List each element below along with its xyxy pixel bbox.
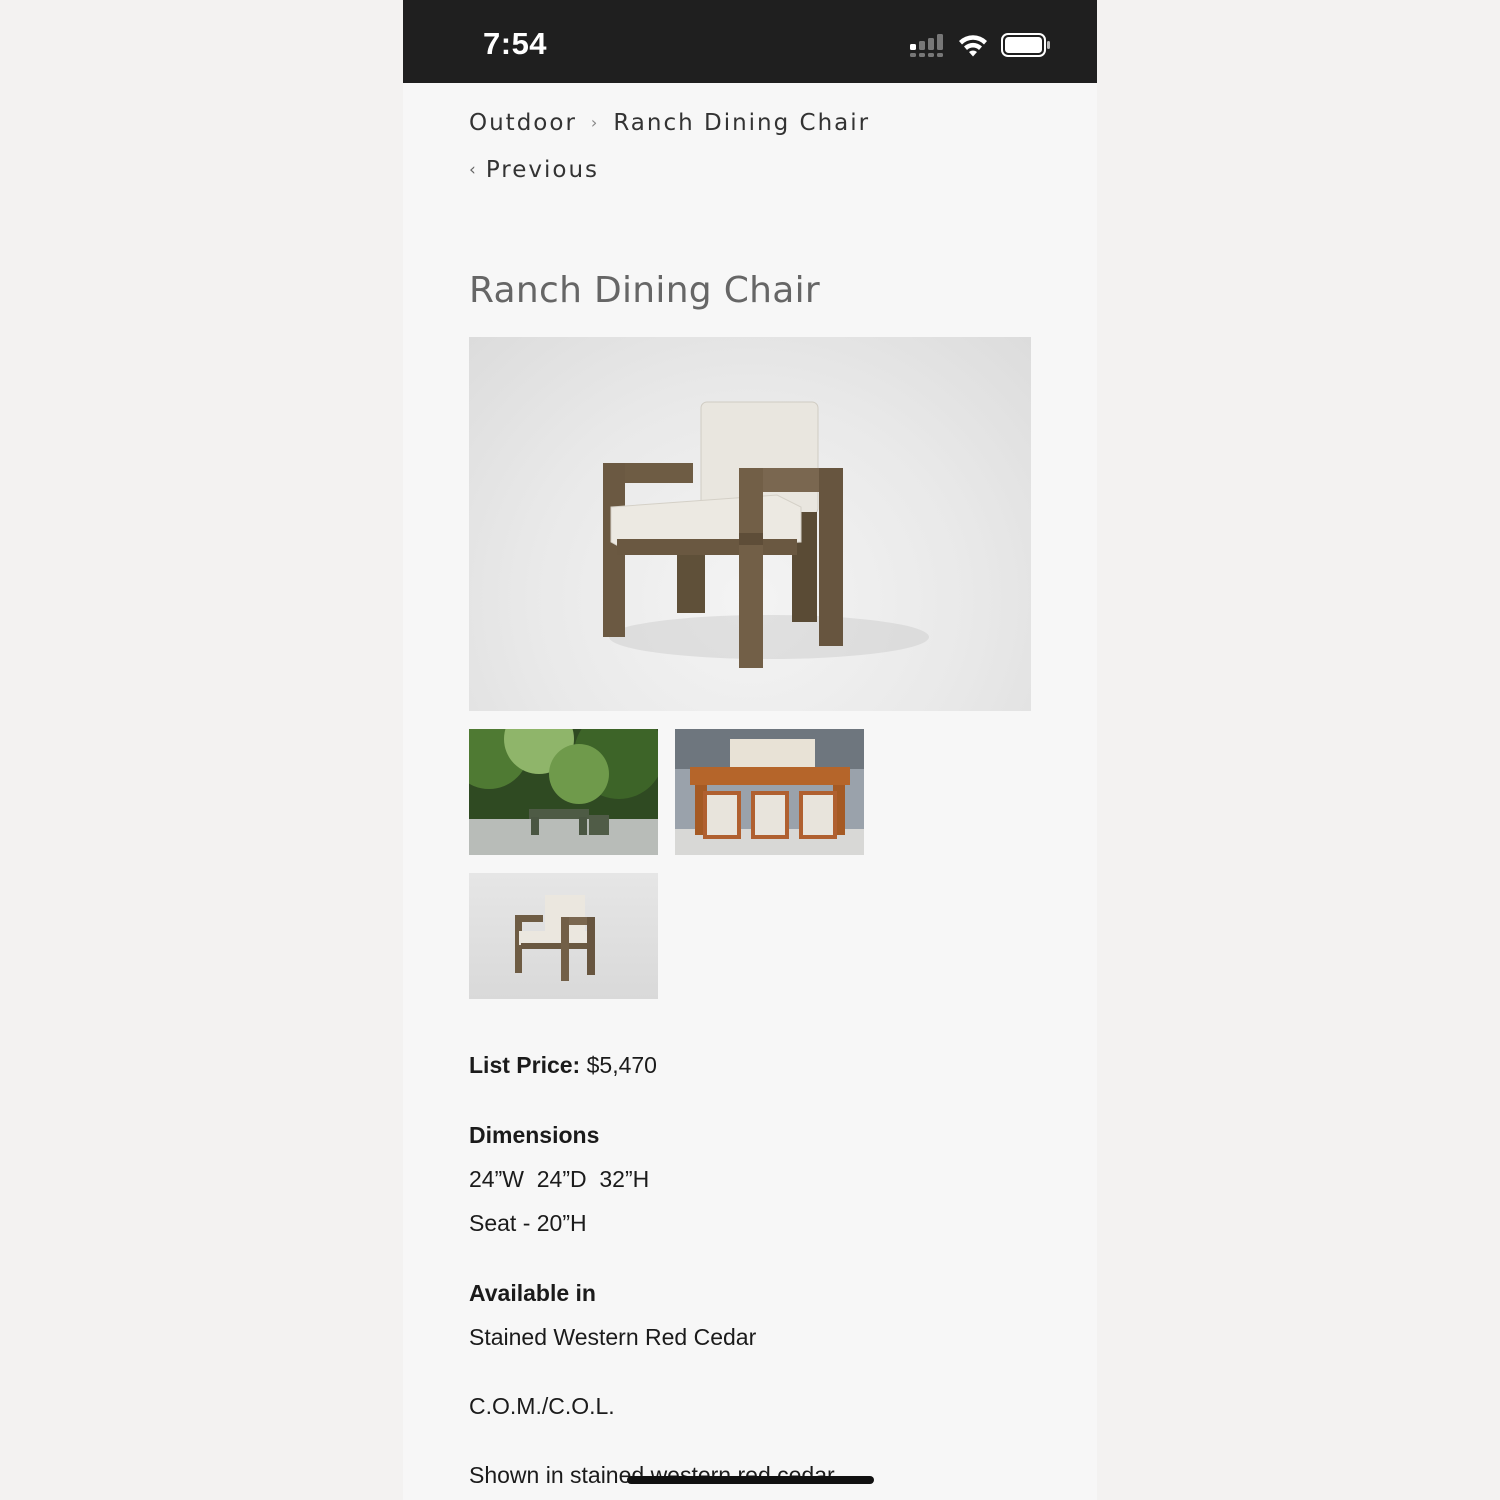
list-price-label: List Price: bbox=[469, 1052, 581, 1078]
product-main-image[interactable] bbox=[469, 337, 1031, 711]
com-col-text: C.O.M./C.O.L. bbox=[469, 1393, 615, 1419]
status-time: 7:54 bbox=[483, 26, 548, 61]
breadcrumb-separator-icon: › bbox=[590, 113, 600, 132]
chevron-left-icon: ‹ bbox=[469, 160, 478, 180]
chair-studio-photo bbox=[515, 895, 595, 981]
home-indicator[interactable] bbox=[627, 1476, 874, 1484]
battery-icon bbox=[1001, 33, 1050, 57]
breadcrumb: Outdoor › Ranch Dining Chair bbox=[469, 110, 870, 136]
list-price-value: $5,470 bbox=[586, 1052, 657, 1078]
list-price: List Price: $5,470 bbox=[469, 1052, 657, 1079]
dimensions-heading: Dimensions bbox=[469, 1122, 600, 1148]
cellular-signal-icon bbox=[910, 34, 943, 57]
wifi-icon bbox=[959, 35, 987, 57]
breadcrumb-outdoor-link[interactable]: Outdoor bbox=[469, 110, 577, 136]
previous-link[interactable]: ‹ Previous bbox=[469, 157, 599, 183]
chair-illustration bbox=[603, 401, 929, 668]
thumbnail-dining-set[interactable] bbox=[675, 729, 864, 855]
dining-set-photo bbox=[675, 729, 864, 855]
garden-photo bbox=[469, 729, 658, 855]
previous-label: Previous bbox=[485, 157, 600, 183]
available-heading: Available in bbox=[469, 1280, 596, 1306]
available-material: Stained Western Red Cedar bbox=[469, 1324, 757, 1350]
dimensions-seat: Seat - 20”H bbox=[469, 1210, 587, 1236]
thumbnail-garden-setting[interactable] bbox=[469, 729, 658, 855]
status-bar: 7:54 bbox=[403, 0, 1097, 83]
breadcrumb-current: Ranch Dining Chair bbox=[613, 110, 871, 136]
phone-screen: 7:54 Outdoor › Ranch Dining Chair ‹ Previou… bbox=[403, 0, 1097, 1500]
dimensions-main: 24”W 24”D 32”H bbox=[469, 1166, 650, 1192]
thumbnail-chair-studio[interactable] bbox=[469, 873, 658, 999]
page-title: Ranch Dining Chair bbox=[469, 270, 821, 311]
